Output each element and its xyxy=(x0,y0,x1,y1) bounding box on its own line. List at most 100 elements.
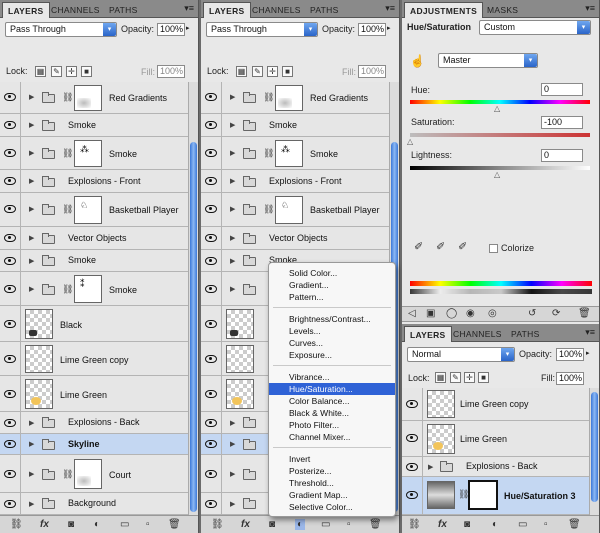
eye-icon[interactable] xyxy=(205,205,217,213)
eye-icon[interactable] xyxy=(205,234,217,242)
fill-input[interactable]: 100% xyxy=(358,65,386,78)
opacity-arrow-icon[interactable]: ▸ xyxy=(586,349,590,357)
eyedropper-add-icon[interactable]: ✐ xyxy=(436,240,445,253)
eye-icon[interactable] xyxy=(406,400,418,408)
colorize-checkbox[interactable] xyxy=(489,244,498,253)
lock-all-icon[interactable]: ■ xyxy=(282,66,293,77)
layer-row[interactable]: Lime Green copy xyxy=(0,342,188,376)
trash-icon[interactable]: 🗑 xyxy=(568,519,581,530)
menu-item-channel-mixer[interactable]: Channel Mixer... xyxy=(269,431,395,443)
tab-channels[interactable]: CHANNELS xyxy=(46,2,105,18)
layer-row[interactable]: ▶ Background xyxy=(0,493,188,515)
expand-arrow-icon[interactable]: ▶ xyxy=(230,419,235,427)
eye-icon[interactable] xyxy=(4,440,16,448)
eye-icon[interactable] xyxy=(4,470,16,478)
opacity-input[interactable]: 100% xyxy=(556,348,584,361)
link-icon[interactable]: ⛓ xyxy=(62,92,73,103)
tab-paths[interactable]: PATHS xyxy=(104,2,143,18)
blend-mode-select[interactable]: Pass Through ▾ xyxy=(206,22,318,37)
layer-thumbnail[interactable] xyxy=(226,345,254,373)
link-layers-icon[interactable]: ⛓ xyxy=(408,519,421,530)
layer-thumbnail[interactable] xyxy=(427,424,455,454)
new-group-icon[interactable]: ▭ xyxy=(518,519,527,530)
saturation-slider-handle[interactable]: △ xyxy=(407,137,413,146)
blend-mode-select[interactable]: Normal ▾ xyxy=(407,347,515,362)
layer-row[interactable]: ▶ ⛓ ♘ Basketball Player xyxy=(0,193,188,227)
menu-item-posterize[interactable]: Posterize... xyxy=(269,465,395,477)
eye-icon[interactable] xyxy=(205,121,217,129)
refresh-icon[interactable]: ⟳ xyxy=(552,308,560,319)
new-layer-icon[interactable]: ▫ xyxy=(544,519,548,530)
adjustment-thumbnail[interactable] xyxy=(427,481,455,509)
lock-paint-icon[interactable]: ✎ xyxy=(252,66,263,77)
eye-icon[interactable] xyxy=(205,470,217,478)
layer-row[interactable]: ▶ ⛓ Red Gradients xyxy=(0,82,188,114)
expand-arrow-icon[interactable]: ▶ xyxy=(230,177,235,185)
hue-input[interactable]: 0 xyxy=(541,83,583,96)
layer-row[interactable]: ▶ Explosions - Front xyxy=(0,170,188,193)
view-previous-icon[interactable]: ◎ xyxy=(488,308,497,319)
expand-arrow-icon[interactable]: ▶ xyxy=(230,440,235,448)
expand-arrow-icon[interactable]: ▶ xyxy=(29,149,34,157)
eye-icon[interactable] xyxy=(205,390,217,398)
expand-arrow-icon[interactable]: ▶ xyxy=(29,234,34,242)
layer-thumbnail[interactable] xyxy=(226,379,254,409)
layer-row[interactable]: Lime Green xyxy=(0,376,188,412)
link-icon[interactable]: ⛓ xyxy=(62,204,73,215)
expand-arrow-icon[interactable]: ▶ xyxy=(29,257,34,265)
tab-paths[interactable]: PATHS xyxy=(506,326,545,342)
expand-arrow-icon[interactable]: ▶ xyxy=(230,257,235,265)
layers-scrollbar[interactable] xyxy=(589,388,599,515)
eye-icon[interactable] xyxy=(4,390,16,398)
layer-row[interactable]: ▶ Vector Objects xyxy=(0,227,188,250)
eye-icon[interactable] xyxy=(205,257,217,265)
mask-thumbnail[interactable]: ♘ xyxy=(74,196,102,224)
trash-icon[interactable]: 🗑 xyxy=(369,519,382,530)
eye-icon[interactable] xyxy=(205,355,217,363)
adjustment-layer-icon[interactable]: ◐ xyxy=(492,519,498,530)
menu-item-vibrance[interactable]: Vibrance... xyxy=(269,371,395,383)
tab-layers[interactable]: LAYERS xyxy=(404,326,452,342)
add-mask-icon[interactable]: ◙ xyxy=(68,519,74,530)
saturation-input[interactable]: -100 xyxy=(541,116,583,129)
eye-icon[interactable] xyxy=(4,121,16,129)
lock-paint-icon[interactable]: ✎ xyxy=(450,372,461,383)
link-icon[interactable]: ⛓ xyxy=(62,284,73,295)
fx-icon[interactable]: fx xyxy=(241,519,250,530)
layer-row[interactable]: ▶ ⛓ ⁑ Smoke xyxy=(0,272,188,306)
layer-row-selected[interactable]: ▶ Skyline xyxy=(0,434,188,455)
eye-icon[interactable] xyxy=(4,257,16,265)
mask-thumbnail[interactable]: ⁂ xyxy=(74,140,102,167)
layer-thumbnail[interactable] xyxy=(427,390,455,418)
expand-arrow-icon[interactable]: ▶ xyxy=(29,470,34,478)
eye-icon[interactable] xyxy=(4,149,16,157)
mask-thumbnail[interactable] xyxy=(468,480,498,510)
layer-row[interactable]: ▶ ⛓ ♘ Basketball Player xyxy=(201,193,389,227)
scrollbar-thumb[interactable] xyxy=(591,392,598,502)
eyedropper-icon[interactable]: ✐ xyxy=(414,240,423,253)
eye-icon[interactable] xyxy=(205,177,217,185)
layer-thumbnail[interactable] xyxy=(25,345,53,373)
menu-item-brightness-contrast[interactable]: Brightness/Contrast... xyxy=(269,313,395,325)
fill-input[interactable]: 100% xyxy=(157,65,185,78)
opacity-arrow-icon[interactable]: ▸ xyxy=(387,24,391,32)
panel-menu-icon[interactable]: ▾≡ xyxy=(385,3,395,14)
expand-arrow-icon[interactable]: ▶ xyxy=(230,500,235,508)
lock-move-icon[interactable]: ✛ xyxy=(267,66,278,77)
expand-arrow-icon[interactable]: ▶ xyxy=(29,440,34,448)
layer-row[interactable]: ▶ ⛓ Red Gradients xyxy=(201,82,389,114)
eye-icon[interactable] xyxy=(205,419,217,427)
lock-all-icon[interactable]: ■ xyxy=(478,372,489,383)
menu-item-gradient[interactable]: Gradient... xyxy=(269,279,395,291)
layer-thumbnail[interactable] xyxy=(25,309,53,339)
menu-item-threshold[interactable]: Threshold... xyxy=(269,477,395,489)
layer-row[interactable]: Lime Green copy xyxy=(402,388,589,421)
eye-icon[interactable] xyxy=(205,93,217,101)
tab-paths[interactable]: PATHS xyxy=(305,2,344,18)
expand-arrow-icon[interactable]: ▶ xyxy=(230,93,235,101)
tab-channels[interactable]: CHANNELS xyxy=(247,2,306,18)
expand-arrow-icon[interactable]: ▶ xyxy=(230,205,235,213)
layer-row[interactable]: ▶ Smoke xyxy=(0,114,188,137)
preset-select[interactable]: Custom ▾ xyxy=(479,20,591,35)
panel-menu-icon[interactable]: ▾≡ xyxy=(184,3,194,14)
